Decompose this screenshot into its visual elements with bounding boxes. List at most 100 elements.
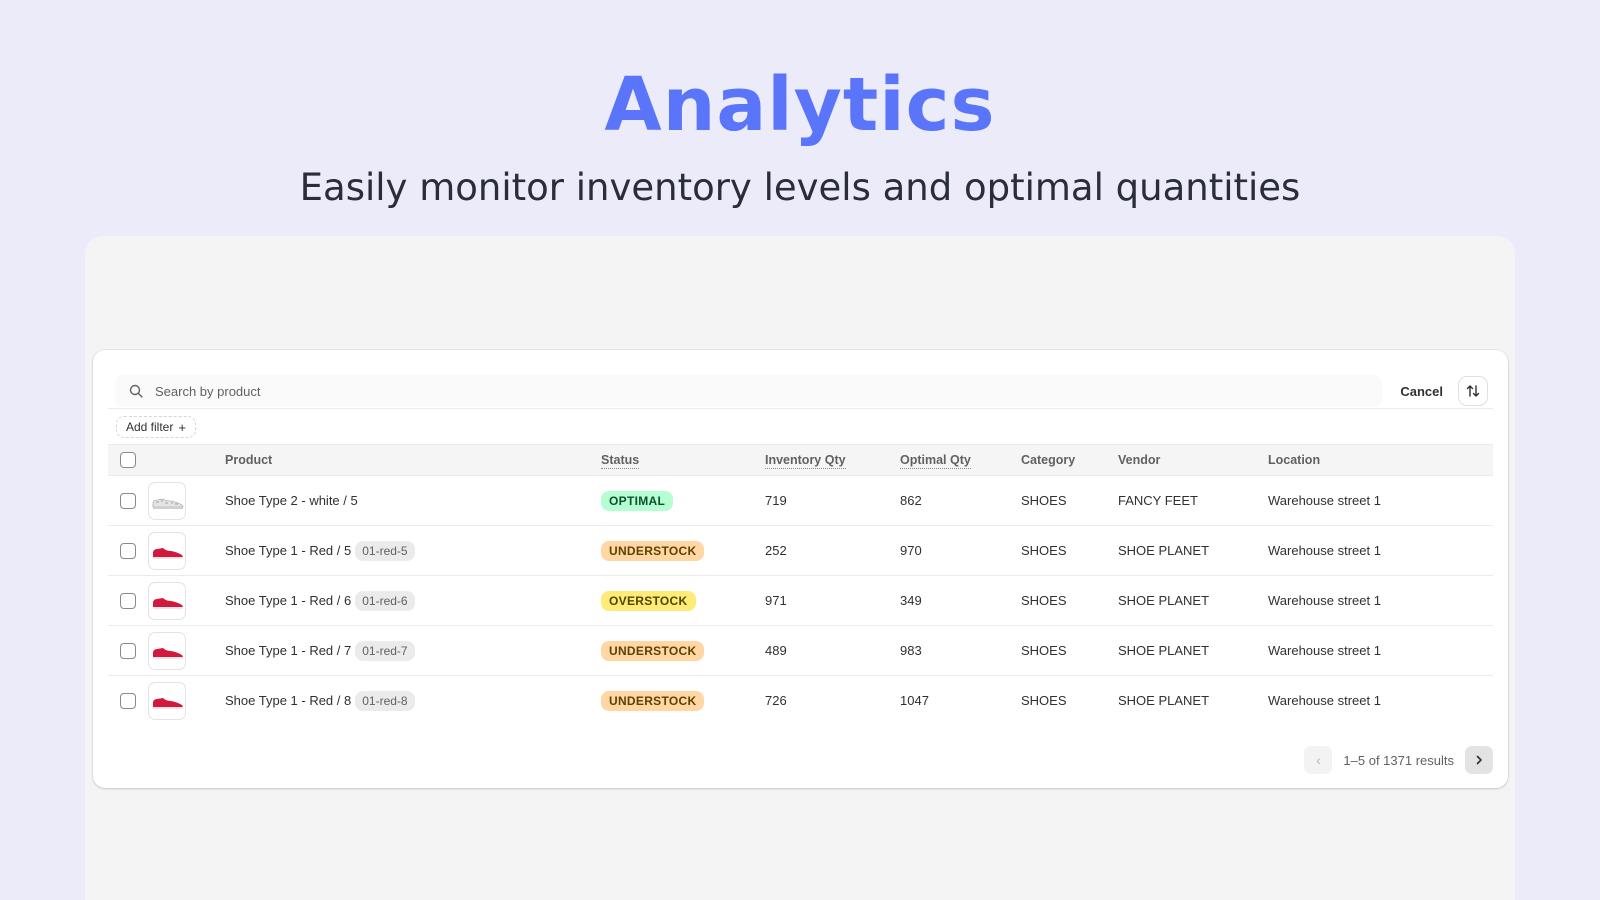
- product-name: Shoe Type 1 - Red / 8: [225, 692, 352, 708]
- status-badge: OVERSTOCK: [601, 590, 696, 611]
- vendor: SHOE PLANET: [1118, 593, 1210, 608]
- optimal-qty: 349: [900, 593, 922, 608]
- chevron-right-icon: [1476, 755, 1482, 765]
- optimal-qty: 970: [900, 543, 922, 558]
- product-thumbnail: [148, 531, 186, 570]
- select-cell: [108, 526, 148, 576]
- status-badge: OPTIMAL: [601, 490, 674, 511]
- cancel-button[interactable]: Cancel: [1400, 384, 1443, 399]
- next-page-button[interactable]: [1465, 746, 1493, 774]
- product-name: Shoe Type 1 - Red / 6: [225, 592, 352, 608]
- sku-tag: 01-red-6: [355, 590, 415, 611]
- red-shoe-icon: [153, 597, 183, 609]
- thumbnail-cell: [148, 526, 225, 576]
- sku-tag: 01-red-5: [355, 540, 415, 561]
- product-cell[interactable]: Shoe Type 1 - Red / 5 01-red-5: [225, 526, 601, 576]
- thumbnail-cell: [148, 576, 225, 626]
- sku-tag: 01-red-8: [355, 690, 415, 711]
- inventory-table: Product Status Inventory Qty Optimal Qty…: [108, 444, 1493, 726]
- thumbnail-cell: [148, 626, 225, 676]
- location: Warehouse street 1: [1268, 493, 1381, 508]
- sort-button[interactable]: [1459, 377, 1487, 405]
- row-checkbox[interactable]: [120, 542, 136, 559]
- select-cell: [108, 676, 148, 726]
- chevron-left-icon: ‹: [1316, 752, 1321, 768]
- hero-subtitle: Easily monitor inventory levels and opti…: [299, 166, 1301, 209]
- search-box[interactable]: [115, 375, 1383, 407]
- vendor: FANCY FEET: [1118, 493, 1198, 508]
- pagination: ‹ 1–5 of 1371 results: [1304, 746, 1493, 774]
- inventory-card: Cancel Add filter + Product Status Inven…: [93, 350, 1508, 788]
- table-header-row: Product Status Inventory Qty Optimal Qty…: [108, 444, 1493, 476]
- row-checkbox[interactable]: [120, 592, 136, 609]
- divider: [108, 408, 1493, 409]
- table-row[interactable]: Shoe Type 1 - Red / 5 01-red-5 UNDERSTOCK 2…: [108, 526, 1493, 576]
- category: SHOES: [1021, 593, 1067, 608]
- location: Warehouse street 1: [1268, 543, 1381, 558]
- inventory-qty: 971: [765, 593, 787, 608]
- table-row[interactable]: Shoe Type 1 - Red / 7 01-red-7 UNDERSTOCK 4…: [108, 626, 1493, 676]
- search-row: Cancel: [115, 372, 1487, 410]
- red-shoe-icon: [153, 547, 183, 559]
- search-icon: [129, 384, 143, 398]
- status-cell: OVERSTOCK: [601, 576, 765, 626]
- status-cell: UNDERSTOCK: [601, 676, 765, 726]
- pagination-label: 1–5 of 1371 results: [1343, 752, 1454, 768]
- table-row[interactable]: Shoe Type 2 - white / 5 OPTIMAL 719 862 SHOE…: [108, 476, 1493, 526]
- header-optimal-qty[interactable]: Optimal Qty: [900, 444, 1021, 476]
- product-thumbnail: [148, 681, 186, 720]
- vendor: SHOE PLANET: [1118, 543, 1210, 558]
- vendor: SHOE PLANET: [1118, 693, 1210, 709]
- table-row[interactable]: Shoe Type 1 - Red / 8 01-red-8 UNDERSTOCK 7…: [108, 676, 1493, 726]
- optimal-qty: 983: [900, 643, 922, 658]
- status-cell: UNDERSTOCK: [601, 626, 765, 676]
- status-badge: UNDERSTOCK: [601, 540, 705, 561]
- thumbnail-cell: [148, 476, 225, 526]
- location: Warehouse street 1: [1268, 693, 1381, 709]
- optimal-qty: 1047: [900, 693, 929, 709]
- search-input[interactable]: [155, 383, 755, 399]
- product-thumbnail: [148, 631, 186, 670]
- product-name: Shoe Type 2 - white / 5: [225, 493, 358, 508]
- add-filter-label: Add filter: [126, 420, 174, 434]
- row-checkbox[interactable]: [120, 693, 136, 710]
- header-status[interactable]: Status: [601, 444, 765, 476]
- thumbnail-cell: [148, 676, 225, 726]
- plus-icon: +: [178, 419, 186, 435]
- product-cell[interactable]: Shoe Type 1 - Red / 7 01-red-7: [225, 626, 601, 676]
- red-shoe-icon: [153, 697, 183, 709]
- product-cell[interactable]: Shoe Type 1 - Red / 8 01-red-8: [225, 676, 601, 726]
- category: SHOES: [1021, 493, 1067, 508]
- add-filter-button[interactable]: Add filter +: [116, 416, 196, 438]
- vendor: SHOE PLANET: [1118, 643, 1210, 658]
- category: SHOES: [1021, 543, 1067, 558]
- previous-page-button[interactable]: ‹: [1304, 746, 1333, 774]
- sort-arrows-icon: [1466, 385, 1480, 397]
- inventory-qty: 719: [765, 493, 787, 508]
- row-checkbox[interactable]: [120, 492, 136, 509]
- select-all-checkbox[interactable]: [120, 452, 136, 468]
- product-name: Shoe Type 1 - Red / 5: [225, 542, 352, 558]
- location: Warehouse street 1: [1268, 643, 1381, 658]
- inventory-qty: 489: [765, 643, 787, 658]
- header-category: Category: [1021, 444, 1118, 476]
- red-shoe-icon: [153, 647, 183, 659]
- inventory-qty: 726: [765, 693, 787, 709]
- select-cell: [108, 576, 148, 626]
- product-cell[interactable]: Shoe Type 1 - Red / 6 01-red-6: [225, 576, 601, 626]
- optimal-qty: 862: [900, 493, 922, 508]
- product-cell[interactable]: Shoe Type 2 - white / 5: [225, 476, 601, 526]
- thumb-header: [148, 444, 225, 476]
- location: Warehouse street 1: [1268, 593, 1381, 608]
- select-all-cell: [108, 444, 148, 476]
- sku-tag: 01-red-7: [355, 640, 415, 661]
- product-thumbnail: [148, 581, 186, 620]
- category: SHOES: [1021, 693, 1067, 709]
- header-inventory-qty[interactable]: Inventory Qty: [765, 444, 900, 476]
- select-cell: [108, 626, 148, 676]
- table-row[interactable]: Shoe Type 1 - Red / 6 01-red-6 OVERSTOCK 97…: [108, 576, 1493, 626]
- product-name: Shoe Type 1 - Red / 7: [225, 642, 352, 658]
- status-cell: OPTIMAL: [601, 476, 765, 526]
- row-checkbox[interactable]: [120, 642, 136, 659]
- select-cell: [108, 476, 148, 526]
